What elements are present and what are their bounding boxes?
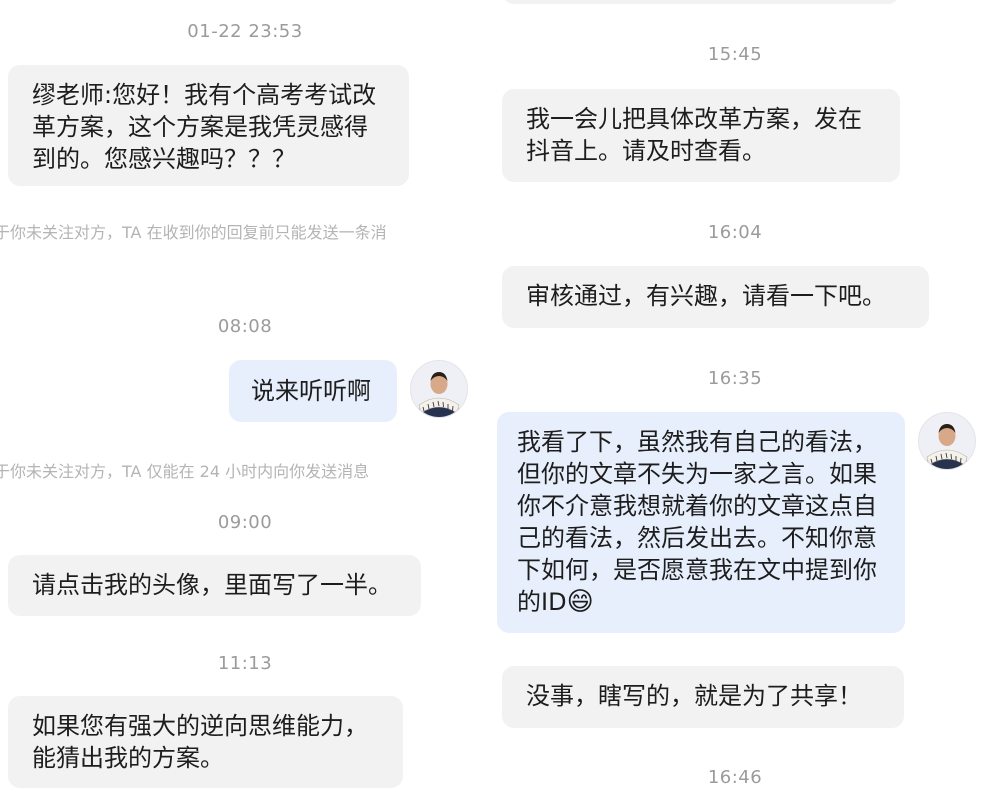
- message-bubble-received[interactable]: 如果您有强大的逆向思维能力，能猜出我的方案。: [8, 696, 403, 788]
- grinning-emoji-icon: 😄: [566, 587, 594, 617]
- message-bubble-received[interactable]: 我一会儿把具体改革方案，发在抖音上。请及时查看。: [502, 89, 900, 182]
- timestamp: 09:00: [217, 512, 273, 533]
- follow-notice: 于你未关注对方，TA 仅能在 24 小时内向你发送消息: [0, 462, 370, 481]
- follow-notice: 于你未关注对方，TA 在收到你的回复前只能发送一条消: [0, 223, 387, 242]
- timestamp: 16:46: [707, 767, 763, 788]
- message-bubble-sent[interactable]: 我看了下，虽然我有自己的看法，但你的文章不失为一家之言。如果你不介意我想就着你的…: [497, 412, 905, 633]
- message-bubble-received[interactable]: 请点击我的头像，里面写了一半。: [8, 555, 421, 616]
- message-bubble-received[interactable]: 没事，瞎写的，就是为了共享！: [502, 666, 904, 728]
- user-avatar[interactable]: [410, 360, 468, 418]
- timestamp: 15:45: [707, 44, 763, 65]
- avatar-icon: [919, 413, 975, 469]
- timestamp: 16:04: [707, 222, 763, 243]
- chat-column-right: 15:45 我一会儿把具体改革方案，发在抖音上。请及时查看。 16:04 审核通…: [490, 0, 1000, 810]
- timestamp: 08:08: [217, 316, 273, 337]
- timestamp: 11:13: [217, 653, 273, 674]
- user-avatar[interactable]: [918, 412, 976, 470]
- message-bubble-received-partial: [502, 0, 900, 4]
- avatar-icon: [411, 361, 467, 417]
- timestamp: 16:35: [707, 368, 763, 389]
- message-bubble-received[interactable]: 审核通过，有兴趣，请看一下吧。: [502, 266, 929, 328]
- chat-column-left: 01-22 23:53 缪老师:您好！我有个高考考试改革方案，这个方案是我凭灵感…: [0, 0, 490, 810]
- message-bubble-sent[interactable]: 说来听听啊: [229, 360, 397, 422]
- message-bubble-received[interactable]: 缪老师:您好！我有个高考考试改革方案，这个方案是我凭灵感得到的。您感兴趣吗？？？: [8, 65, 409, 186]
- timestamp: 01-22 23:53: [187, 21, 303, 42]
